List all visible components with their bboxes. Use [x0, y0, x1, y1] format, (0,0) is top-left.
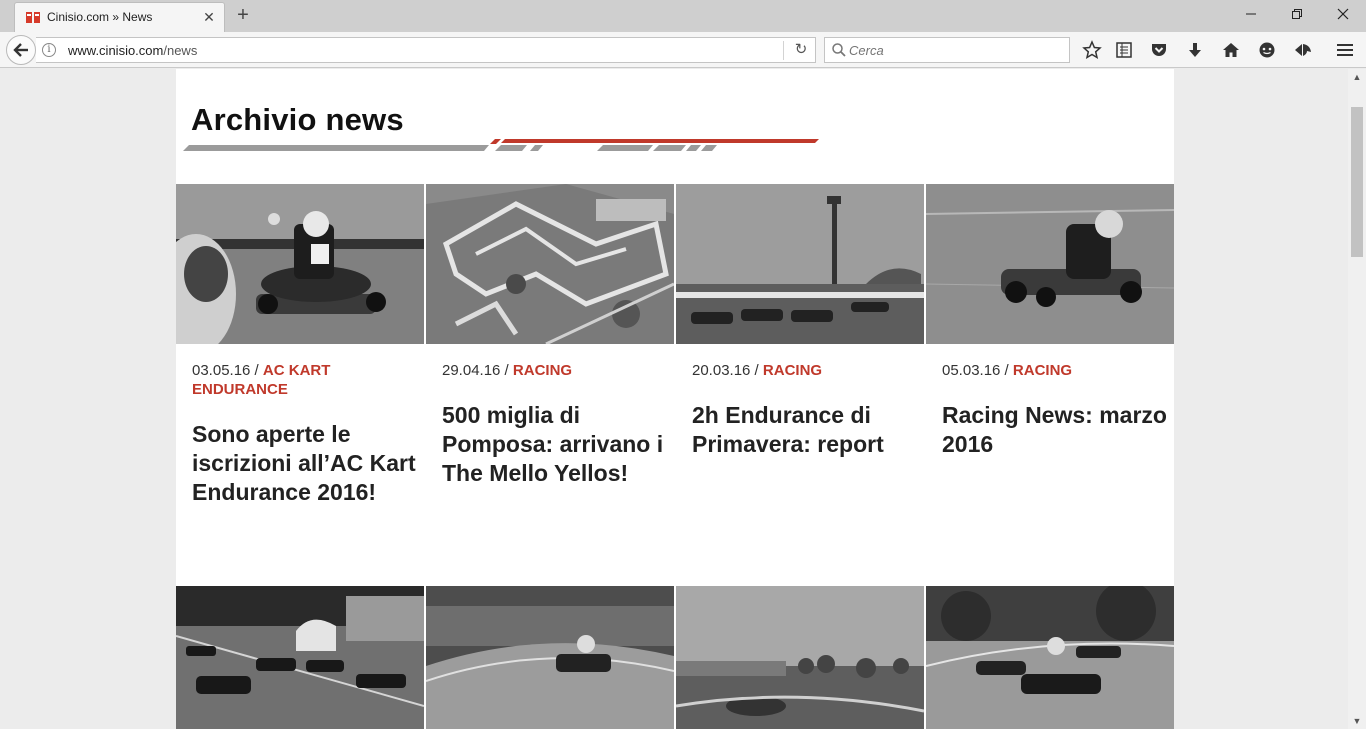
scroll-down-icon[interactable]: ▼: [1348, 713, 1366, 729]
menu-icon[interactable]: [1335, 40, 1355, 60]
news-date: 05.03.16: [942, 362, 1001, 379]
news-date: 29.04.16: [442, 362, 501, 379]
meta-separator: /: [1000, 362, 1013, 379]
back-arrow-icon: [13, 43, 28, 57]
url-domain: www.cinisio.com: [68, 43, 164, 58]
news-title-link[interactable]: 2h Endurance di Primavera: report: [692, 401, 917, 459]
tab-cinisio-news[interactable]: Cinisio.com » News ✕: [14, 2, 225, 32]
news-meta: 20.03.16 / RACING: [692, 361, 912, 380]
news-image-aerial-track[interactable]: [426, 184, 674, 344]
heading-stripe-decoration: [183, 139, 819, 151]
news-category-link[interactable]: RACING: [1013, 362, 1072, 379]
navigation-bar: i www.cinisio.com/news ↻: [0, 32, 1366, 68]
news-category-link[interactable]: RACING: [513, 362, 572, 379]
info-icon[interactable]: i: [42, 43, 56, 57]
favicon-icon: [26, 12, 40, 23]
news-image-kart-curve[interactable]: [426, 586, 674, 729]
restore-icon[interactable]: [1274, 4, 1320, 26]
tab-close-icon[interactable]: ✕: [201, 9, 217, 25]
news-archive-page: Archivio news 03.05.16 / AC KART ENDURAN…: [176, 69, 1174, 729]
news-card[interactable]: [926, 586, 1174, 729]
news-image-kart-driver-indoor[interactable]: [176, 184, 424, 344]
reload-icon[interactable]: ↻: [791, 40, 811, 60]
address-bar[interactable]: i www.cinisio.com/news ↻: [36, 37, 816, 63]
title-bar: Cinisio.com » News ✕ +: [0, 0, 1366, 32]
search-input[interactable]: [849, 42, 1059, 59]
search-bar[interactable]: [824, 37, 1070, 63]
meta-separator: /: [250, 362, 263, 379]
close-window-icon[interactable]: [1320, 4, 1366, 26]
pocket-icon[interactable]: [1149, 40, 1169, 60]
news-meta: 29.04.16 / RACING: [442, 361, 662, 380]
scroll-thumb[interactable]: [1351, 107, 1363, 257]
news-date: 20.03.16: [692, 362, 751, 379]
news-image-karts-on-grid[interactable]: [676, 184, 924, 344]
news-image-wet-race[interactable]: [926, 586, 1174, 729]
bookmark-star-icon[interactable]: [1082, 40, 1102, 60]
scroll-up-icon[interactable]: ▲: [1348, 69, 1366, 85]
url-separator: [783, 41, 784, 60]
download-icon[interactable]: [1185, 40, 1205, 60]
news-title-link[interactable]: Sono aperte le iscrizioni all’AC Kart En…: [192, 420, 417, 507]
meta-separator: /: [500, 362, 513, 379]
news-date: 03.05.16: [192, 362, 251, 379]
page-viewport: Archivio news 03.05.16 / AC KART ENDURAN…: [0, 69, 1348, 729]
news-meta: 05.03.16 / RACING: [942, 361, 1162, 380]
news-title-link[interactable]: 500 miglia di Pomposa: arrivano i The Me…: [442, 401, 667, 488]
news-meta: 03.05.16 / AC KART ENDURANCE: [192, 361, 412, 399]
news-card[interactable]: 20.03.16 / RACING 2h Endurance di Primav…: [676, 184, 924, 574]
home-icon[interactable]: [1221, 40, 1241, 60]
minimize-icon[interactable]: [1228, 4, 1274, 26]
url-path: /news: [163, 43, 198, 58]
search-icon: [832, 43, 846, 57]
news-card[interactable]: [426, 586, 674, 729]
news-card[interactable]: 05.03.16 / RACING Racing News: marzo 201…: [926, 184, 1174, 574]
news-card[interactable]: 29.04.16 / RACING 500 miglia di Pomposa:…: [426, 184, 674, 574]
news-title-link[interactable]: Racing News: marzo 2016: [942, 401, 1167, 459]
back-button[interactable]: [6, 35, 36, 65]
news-card[interactable]: [676, 586, 924, 729]
url-text[interactable]: www.cinisio.com/news: [68, 43, 197, 58]
meta-separator: /: [750, 362, 763, 379]
news-card[interactable]: [176, 586, 424, 729]
news-category-link[interactable]: RACING: [763, 362, 822, 379]
news-image-kart-racing[interactable]: [926, 184, 1174, 344]
news-image-track-landscape[interactable]: [676, 586, 924, 729]
tab-title: Cinisio.com » News: [47, 10, 153, 24]
vertical-scrollbar[interactable]: ▲ ▼: [1348, 69, 1366, 729]
chat-icon[interactable]: [1257, 40, 1277, 60]
new-tab-icon[interactable]: +: [234, 5, 252, 25]
share-icon[interactable]: [1293, 40, 1313, 60]
news-card[interactable]: 03.05.16 / AC KART ENDURANCE Sono aperte…: [176, 184, 424, 574]
page-title: Archivio news: [191, 102, 404, 137]
reader-view-icon[interactable]: [1114, 40, 1134, 60]
news-image-night-grid[interactable]: [176, 586, 424, 729]
